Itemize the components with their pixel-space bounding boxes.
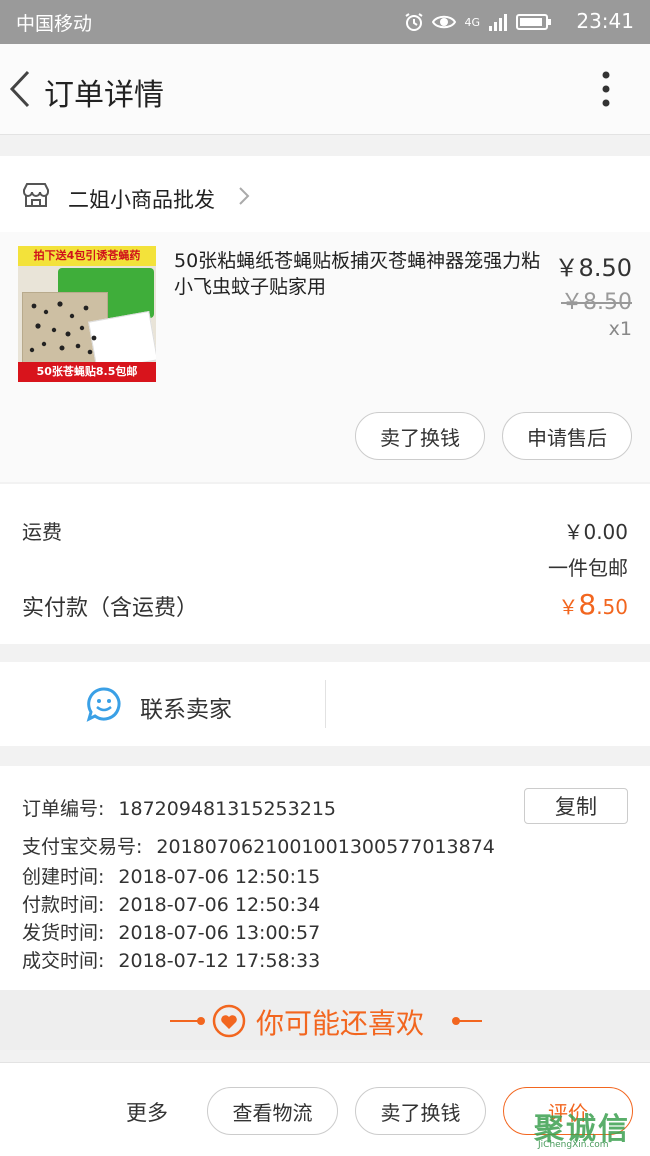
paid-dec: .50 xyxy=(596,595,628,619)
more-options-icon[interactable] xyxy=(596,70,616,108)
carrier-name: 中国移动 xyxy=(16,13,93,35)
shipping-label: 运费 xyxy=(22,520,62,544)
contact-bar: 联系卖家 xyxy=(0,662,650,746)
order-item-card: 二姐小商品批发 拍下送4包引诱苍蝇药 50张苍蝇贴8.5包邮 50张粘蝇纸苍蝇贴… xyxy=(0,156,650,482)
info-label: 成交时间: xyxy=(22,950,105,972)
shop-icon xyxy=(23,183,49,207)
divider xyxy=(325,680,326,728)
paid-label: 实付款（含运费） xyxy=(22,596,199,621)
shipped-time-row: 发货时间: 2018-07-06 13:00:57 xyxy=(22,918,320,945)
product-price: ￥8.50 xyxy=(554,254,632,282)
paid-amount: ￥8.50 xyxy=(558,588,628,621)
page-title: 订单详情 xyxy=(44,78,164,113)
product-image[interactable]: 拍下送4包引诱苍蝇药 50张苍蝇贴8.5包邮 xyxy=(18,246,156,382)
view-logistics-button[interactable]: 查看物流 xyxy=(207,1087,338,1135)
product-quantity: x1 xyxy=(608,318,632,340)
paid-currency: ￥ xyxy=(558,595,579,619)
info-value: 2018-07-06 13:00:57 xyxy=(118,922,321,944)
back-arrow-icon[interactable] xyxy=(8,70,32,108)
recommend-line-left xyxy=(170,1020,200,1022)
contact-seller-button[interactable]: 联系卖家 xyxy=(0,662,325,746)
copy-button[interactable]: 复制 xyxy=(524,788,628,824)
top-nav-bar: 订单详情 xyxy=(0,44,650,135)
shop-name: 二姐小商品批发 xyxy=(68,188,215,212)
info-label: 订单编号: xyxy=(22,798,105,820)
info-value: 2018-07-12 17:58:33 xyxy=(118,950,321,972)
recommend-line-right xyxy=(458,1020,482,1022)
recommend-label: 你可能还喜欢 xyxy=(256,1007,425,1040)
info-label: 支付宝交易号: xyxy=(22,836,143,858)
info-label: 创建时间: xyxy=(22,866,105,888)
clock: 23:41 xyxy=(576,9,634,33)
payment-summary: 运费 ￥0.00 一件包邮 实付款（含运费） ￥8.50 xyxy=(0,484,650,644)
paid-int: 8 xyxy=(578,588,597,621)
product-title[interactable]: 50张粘蝇纸苍蝇贴板捕灭苍蝇神器笼强力粘小飞虫蚊子贴家用 xyxy=(174,248,552,300)
alipay-trade-row: 支付宝交易号: 2018070621001001300577013874 xyxy=(22,832,495,859)
image-flies xyxy=(29,301,97,355)
chat-bubble-icon xyxy=(86,687,121,722)
image-banner-bottom: 50张苍蝇贴8.5包邮 xyxy=(18,362,156,382)
info-value: 2018-07-06 12:50:15 xyxy=(118,866,321,888)
status-bar: 中国移动 4G 23:41 xyxy=(0,0,650,44)
signal-icon xyxy=(489,14,507,31)
battery-icon xyxy=(516,14,551,30)
eye-icon xyxy=(432,15,457,29)
completed-time-row: 成交时间: 2018-07-12 17:58:33 xyxy=(22,946,320,973)
contact-seller-label: 联系卖家 xyxy=(140,697,232,723)
watermark-url: JiChengXin.com xyxy=(538,1140,609,1150)
product-row[interactable]: 拍下送4包引诱苍蝇药 50张苍蝇贴8.5包邮 50张粘蝇纸苍蝇贴板捕灭苍蝇神器笼… xyxy=(0,232,650,482)
alarm-icon xyxy=(405,13,424,31)
info-label: 付款时间: xyxy=(22,894,105,916)
shipping-value: ￥0.00 xyxy=(563,520,628,544)
heart-icon xyxy=(212,1004,246,1038)
shop-row[interactable]: 二姐小商品批发 xyxy=(0,156,650,232)
created-time-row: 创建时间: 2018-07-06 12:50:15 xyxy=(22,862,320,889)
recommend-dot-left xyxy=(197,1017,205,1025)
shipping-note: 一件包邮 xyxy=(548,556,628,580)
paid-time-row: 付款时间: 2018-07-06 12:50:34 xyxy=(22,890,320,917)
order-number-row: 订单编号: 187209481315253215 xyxy=(22,794,336,821)
info-value: 2018-07-06 12:50:34 xyxy=(118,894,321,916)
more-button[interactable]: 更多 xyxy=(126,1097,168,1127)
resell-button-bottom[interactable]: 卖了换钱 xyxy=(355,1087,486,1135)
status-icons: 4G xyxy=(404,11,552,33)
order-info: 订单编号: 187209481315253215 复制 支付宝交易号: 201807… xyxy=(0,766,650,990)
after-sale-button[interactable]: 申请售后 xyxy=(502,412,632,460)
info-value: 2018070621001001300577013874 xyxy=(156,836,495,858)
recommend-header: 你可能还喜欢 xyxy=(0,990,650,1050)
image-banner-top: 拍下送4包引诱苍蝇药 xyxy=(18,246,156,266)
chevron-right-icon xyxy=(239,187,250,205)
info-label: 发货时间: xyxy=(22,922,105,944)
watermark-logo: 聚诚信 JiChengXin.com xyxy=(534,1104,646,1152)
info-value: 187209481315253215 xyxy=(118,798,336,820)
product-original-price: ￥8.50 xyxy=(561,290,632,315)
resell-button[interactable]: 卖了换钱 xyxy=(355,412,485,460)
network-label: 4G xyxy=(464,15,480,29)
